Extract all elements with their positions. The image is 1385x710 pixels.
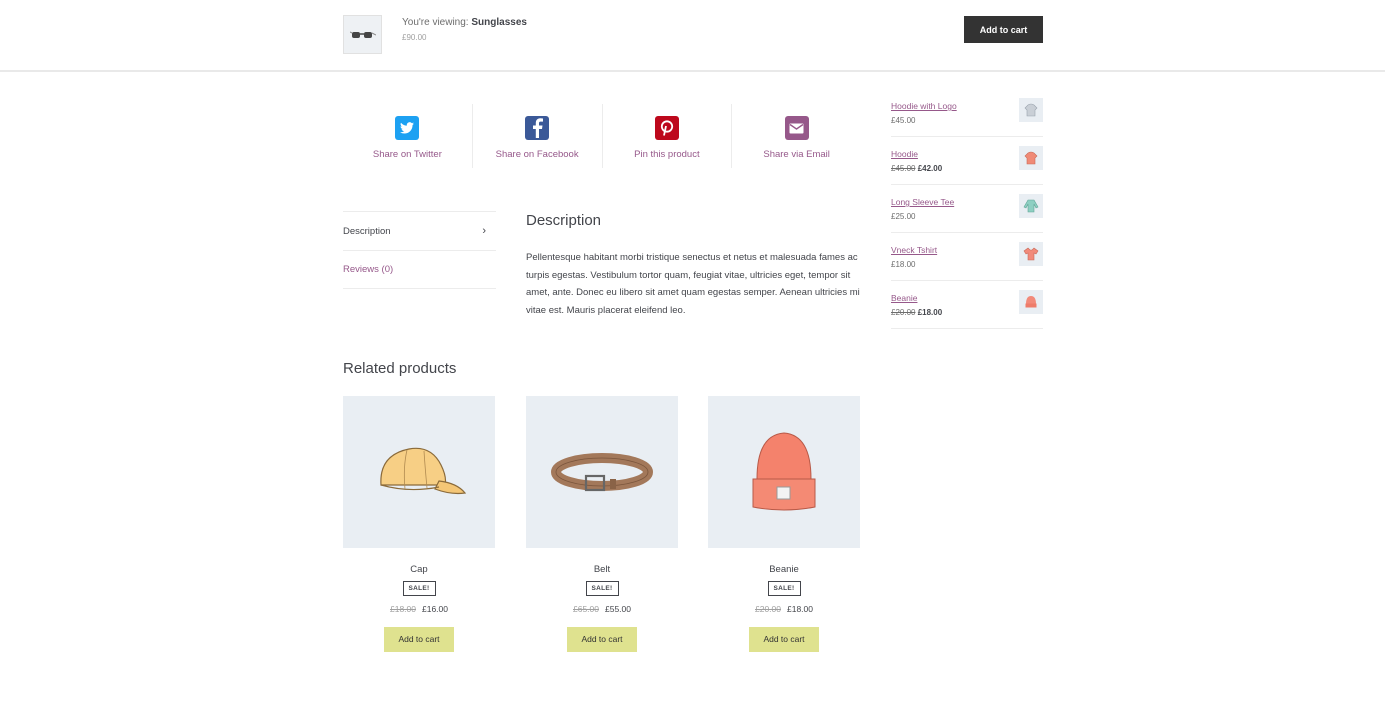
widget-product-thumbnail[interactable] xyxy=(1019,290,1043,314)
share-pinterest[interactable]: Pin this product xyxy=(603,104,733,168)
list-item: Hoodie £45.00 £42.00 xyxy=(891,137,1043,185)
long-sleeve-tee-icon xyxy=(1023,199,1039,213)
widget-price-old: £45.00 xyxy=(891,164,916,173)
cap-icon xyxy=(380,447,467,495)
share-twitter[interactable]: Share on Twitter xyxy=(343,104,473,168)
product-price-old: £65.00 xyxy=(573,604,599,614)
sticky-product-thumbnail xyxy=(343,15,382,54)
beanie-icon xyxy=(752,432,816,511)
belt-icon xyxy=(551,453,653,492)
share-email-label[interactable]: Share via Email xyxy=(763,149,830,160)
product-price-old: £18.00 xyxy=(390,604,416,614)
widget-product-link[interactable]: Long Sleeve Tee xyxy=(891,197,954,207)
product-price-old: £20.00 xyxy=(755,604,781,614)
product-card-belt: Belt SALE! £65.00 £55.00 Add to cart xyxy=(526,396,678,652)
twitter-icon[interactable] xyxy=(395,116,420,140)
share-email[interactable]: Share via Email xyxy=(732,104,861,168)
list-item: Long Sleeve Tee £25.00 xyxy=(891,185,1043,233)
widget-product-thumbnail[interactable] xyxy=(1019,242,1043,266)
widget-product-price: £45.00 £42.00 xyxy=(891,164,942,173)
product-price: £65.00 £55.00 xyxy=(526,604,678,614)
widget-price-current: £42.00 xyxy=(917,164,943,173)
widget-product-link[interactable]: Vneck Tshirt xyxy=(891,245,937,255)
products-widget: Hoodie with Logo £45.00 Hoodie £45.00 £4… xyxy=(891,89,1043,329)
beanie-icon xyxy=(1025,296,1037,308)
widget-product-thumbnail[interactable] xyxy=(1019,146,1043,170)
widget-product-thumbnail[interactable] xyxy=(1019,98,1043,122)
share-facebook-label[interactable]: Share on Facebook xyxy=(496,149,579,160)
add-to-cart-button[interactable]: Add to cart xyxy=(567,627,637,652)
product-price: £18.00 £16.00 xyxy=(343,604,495,614)
widget-price-old: £20.00 xyxy=(891,308,916,317)
related-products-title: Related products xyxy=(343,360,457,377)
widget-price-current: £45.00 xyxy=(891,116,916,125)
add-to-cart-button[interactable]: Add to cart xyxy=(384,627,454,652)
product-price-current: £18.00 xyxy=(787,604,813,614)
tab-reviews[interactable]: Reviews (0) xyxy=(343,250,496,289)
sticky-viewing-text: You're viewing: Sunglasses xyxy=(402,17,527,28)
sale-badge: SALE! xyxy=(767,581,801,596)
product-price: £20.00 £18.00 xyxy=(708,604,860,614)
list-item: Beanie £20.00 £18.00 xyxy=(891,281,1043,329)
widget-price-current: £18.00 xyxy=(891,260,916,269)
email-icon[interactable] xyxy=(784,116,809,140)
list-item: Vneck Tshirt £18.00 xyxy=(891,233,1043,281)
hoodie-icon xyxy=(1024,151,1038,165)
product-card-beanie: Beanie SALE! £20.00 £18.00 Add to cart xyxy=(708,396,860,652)
product-price-current: £55.00 xyxy=(605,604,631,614)
share-pinterest-label[interactable]: Pin this product xyxy=(634,149,699,160)
tab-reviews-label[interactable]: Reviews (0) xyxy=(343,264,393,275)
widget-product-price: £45.00 xyxy=(891,116,915,125)
add-to-cart-button[interactable]: Add to cart xyxy=(749,627,819,652)
widget-product-link[interactable]: Hoodie with Logo xyxy=(891,101,957,111)
sale-badge: SALE! xyxy=(402,581,436,596)
product-image[interactable] xyxy=(343,396,495,548)
widget-product-link[interactable]: Beanie xyxy=(891,293,917,303)
chevron-right-icon: › xyxy=(482,225,486,237)
sticky-product-price: £90.00 xyxy=(402,33,427,42)
product-image[interactable] xyxy=(526,396,678,548)
facebook-icon[interactable] xyxy=(525,116,550,140)
widget-price-current: £25.00 xyxy=(891,212,916,221)
description-title: Description xyxy=(526,212,602,229)
sunglasses-icon xyxy=(349,31,376,38)
product-price-current: £16.00 xyxy=(422,604,448,614)
product-image[interactable] xyxy=(708,396,860,548)
sticky-add-to-cart-button[interactable]: Add to cart xyxy=(964,16,1043,43)
widget-product-price: £20.00 £18.00 xyxy=(891,308,942,317)
product-card-cap: Cap SALE! £18.00 £16.00 Add to cart xyxy=(343,396,495,652)
widget-product-thumbnail[interactable] xyxy=(1019,194,1043,218)
widget-product-price: £25.00 xyxy=(891,212,915,221)
widget-price-current: £18.00 xyxy=(917,308,943,317)
sticky-product-name: Sunglasses xyxy=(471,17,527,28)
tab-description-label[interactable]: Description xyxy=(343,226,391,237)
list-item: Hoodie with Logo £45.00 xyxy=(891,89,1043,137)
share-facebook[interactable]: Share on Facebook xyxy=(473,104,603,168)
widget-product-link[interactable]: Hoodie xyxy=(891,149,918,159)
sticky-add-to-cart-bar: You're viewing: Sunglasses £90.00 Add to… xyxy=(0,0,1385,72)
tshirt-icon xyxy=(1023,247,1039,261)
description-text: Pellentesque habitant morbi tristique se… xyxy=(526,252,860,316)
share-row: Share on Twitter Share on Facebook Pin t… xyxy=(343,104,861,168)
sale-badge: SALE! xyxy=(585,581,619,596)
product-name[interactable]: Beanie xyxy=(708,564,860,575)
product-tabs: Description › Reviews (0) xyxy=(343,211,496,289)
hoodie-icon xyxy=(1024,103,1038,117)
viewing-prefix: You're viewing: xyxy=(402,17,472,28)
pinterest-icon[interactable] xyxy=(654,116,679,140)
product-name[interactable]: Belt xyxy=(526,564,678,575)
share-twitter-label[interactable]: Share on Twitter xyxy=(373,149,442,160)
product-name[interactable]: Cap xyxy=(343,564,495,575)
widget-product-price: £18.00 xyxy=(891,260,915,269)
tab-description[interactable]: Description › xyxy=(343,211,496,250)
